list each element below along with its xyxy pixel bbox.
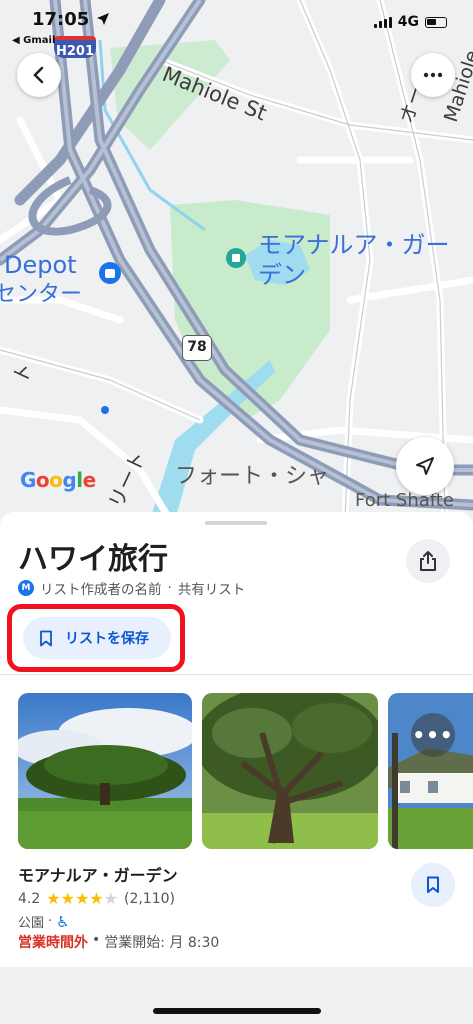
route-shield: 78 (182, 335, 212, 361)
place-photo-2[interactable] (202, 693, 378, 849)
map-view[interactable]: H201 78 Mahiole St オーリ Mahiole モアナルア・ガー … (0, 0, 473, 520)
open-status: 営業時間外 (18, 935, 88, 951)
hours-row: 営業時間外 • 営業開始: 月 8:30 (18, 932, 219, 952)
list-meta: M リスト作成者の名前 · 共有リスト (18, 578, 245, 598)
depot-label-line2: センター (0, 282, 83, 307)
star-icon: ★ (74, 889, 90, 908)
depot-label-line1: Depot (4, 251, 77, 279)
save-place-button[interactable] (411, 863, 455, 907)
more-options-button[interactable] (411, 53, 455, 97)
star-empty-icon: ★ (103, 889, 118, 908)
place-category: 公園 (18, 916, 45, 931)
chevron-left-icon (33, 66, 44, 84)
place-photo-1[interactable] (18, 693, 192, 849)
share-icon (420, 551, 436, 571)
list-bottom-sheet: ハワイ旅行 M リスト作成者の名前 · 共有リスト リストを保存 ••• モアナ… (0, 512, 473, 967)
meta-separator: · (167, 580, 172, 596)
category-row: 公園 · ♿ (18, 912, 70, 932)
monkeypod-tree-photo (18, 693, 192, 849)
signal-icon (373, 16, 392, 28)
creator-name: リスト作成者の名前 (40, 582, 162, 598)
depot-map-label[interactable]: Depot センター (0, 250, 82, 310)
back-button[interactable] (17, 53, 61, 97)
star-icon: ★ (60, 889, 75, 908)
back-to-app-link[interactable]: ◀ Gmail (12, 35, 55, 46)
garden-label-line1: モアナルア・ガー (258, 231, 450, 259)
share-button[interactable] (406, 539, 450, 583)
wheelchair-icon: ♿ (56, 912, 70, 931)
list-title: ハワイ旅行 (18, 542, 168, 577)
fort-label-jp: フォート・シャ (175, 464, 330, 489)
tree-canopy-photo (202, 693, 378, 849)
review-count: (2,110) (123, 890, 175, 907)
status-time: 17:05 (32, 9, 110, 30)
place-name[interactable]: モアナルア・ガーデン (18, 862, 178, 886)
rating-value: 4.2 (18, 890, 41, 907)
star-icon: ★ (46, 889, 61, 908)
photo-more-button[interactable]: ••• (411, 713, 455, 757)
location-arrow-icon (96, 13, 109, 25)
section-divider (0, 674, 473, 675)
opening-time: 営業開始: 月 8:30 (104, 935, 220, 951)
creator-avatar: M (18, 580, 34, 596)
garden-map-label[interactable]: モアナルア・ガー デン (258, 230, 450, 290)
my-location-button[interactable] (396, 437, 454, 495)
rating-row: 4.2 ★★★★★ (2,110) (18, 889, 175, 908)
garden-label-line2: デン (258, 261, 306, 289)
battery-icon (425, 16, 447, 28)
bookmark-icon (427, 876, 439, 893)
status-indicators: 4G (373, 14, 447, 30)
ellipsis-icon (423, 72, 443, 78)
highway-shield: H201 (54, 36, 96, 59)
navigation-arrow-icon (416, 457, 434, 475)
hours-separator: • (92, 932, 101, 948)
status-time-text: 17:05 (32, 9, 90, 30)
rating-stars: ★★★★★ (46, 889, 118, 908)
google-logo: Google (20, 468, 96, 492)
network-type: 4G (397, 14, 419, 30)
annotation-highlight-box (7, 604, 185, 672)
star-icon: ★ (89, 889, 104, 908)
category-separator: · (48, 914, 53, 929)
home-indicator[interactable] (153, 1008, 321, 1014)
fort-label-en: Fort Shafte (355, 490, 454, 511)
sheet-grabber[interactable] (205, 521, 267, 525)
list-visibility: 共有リスト (177, 582, 246, 598)
